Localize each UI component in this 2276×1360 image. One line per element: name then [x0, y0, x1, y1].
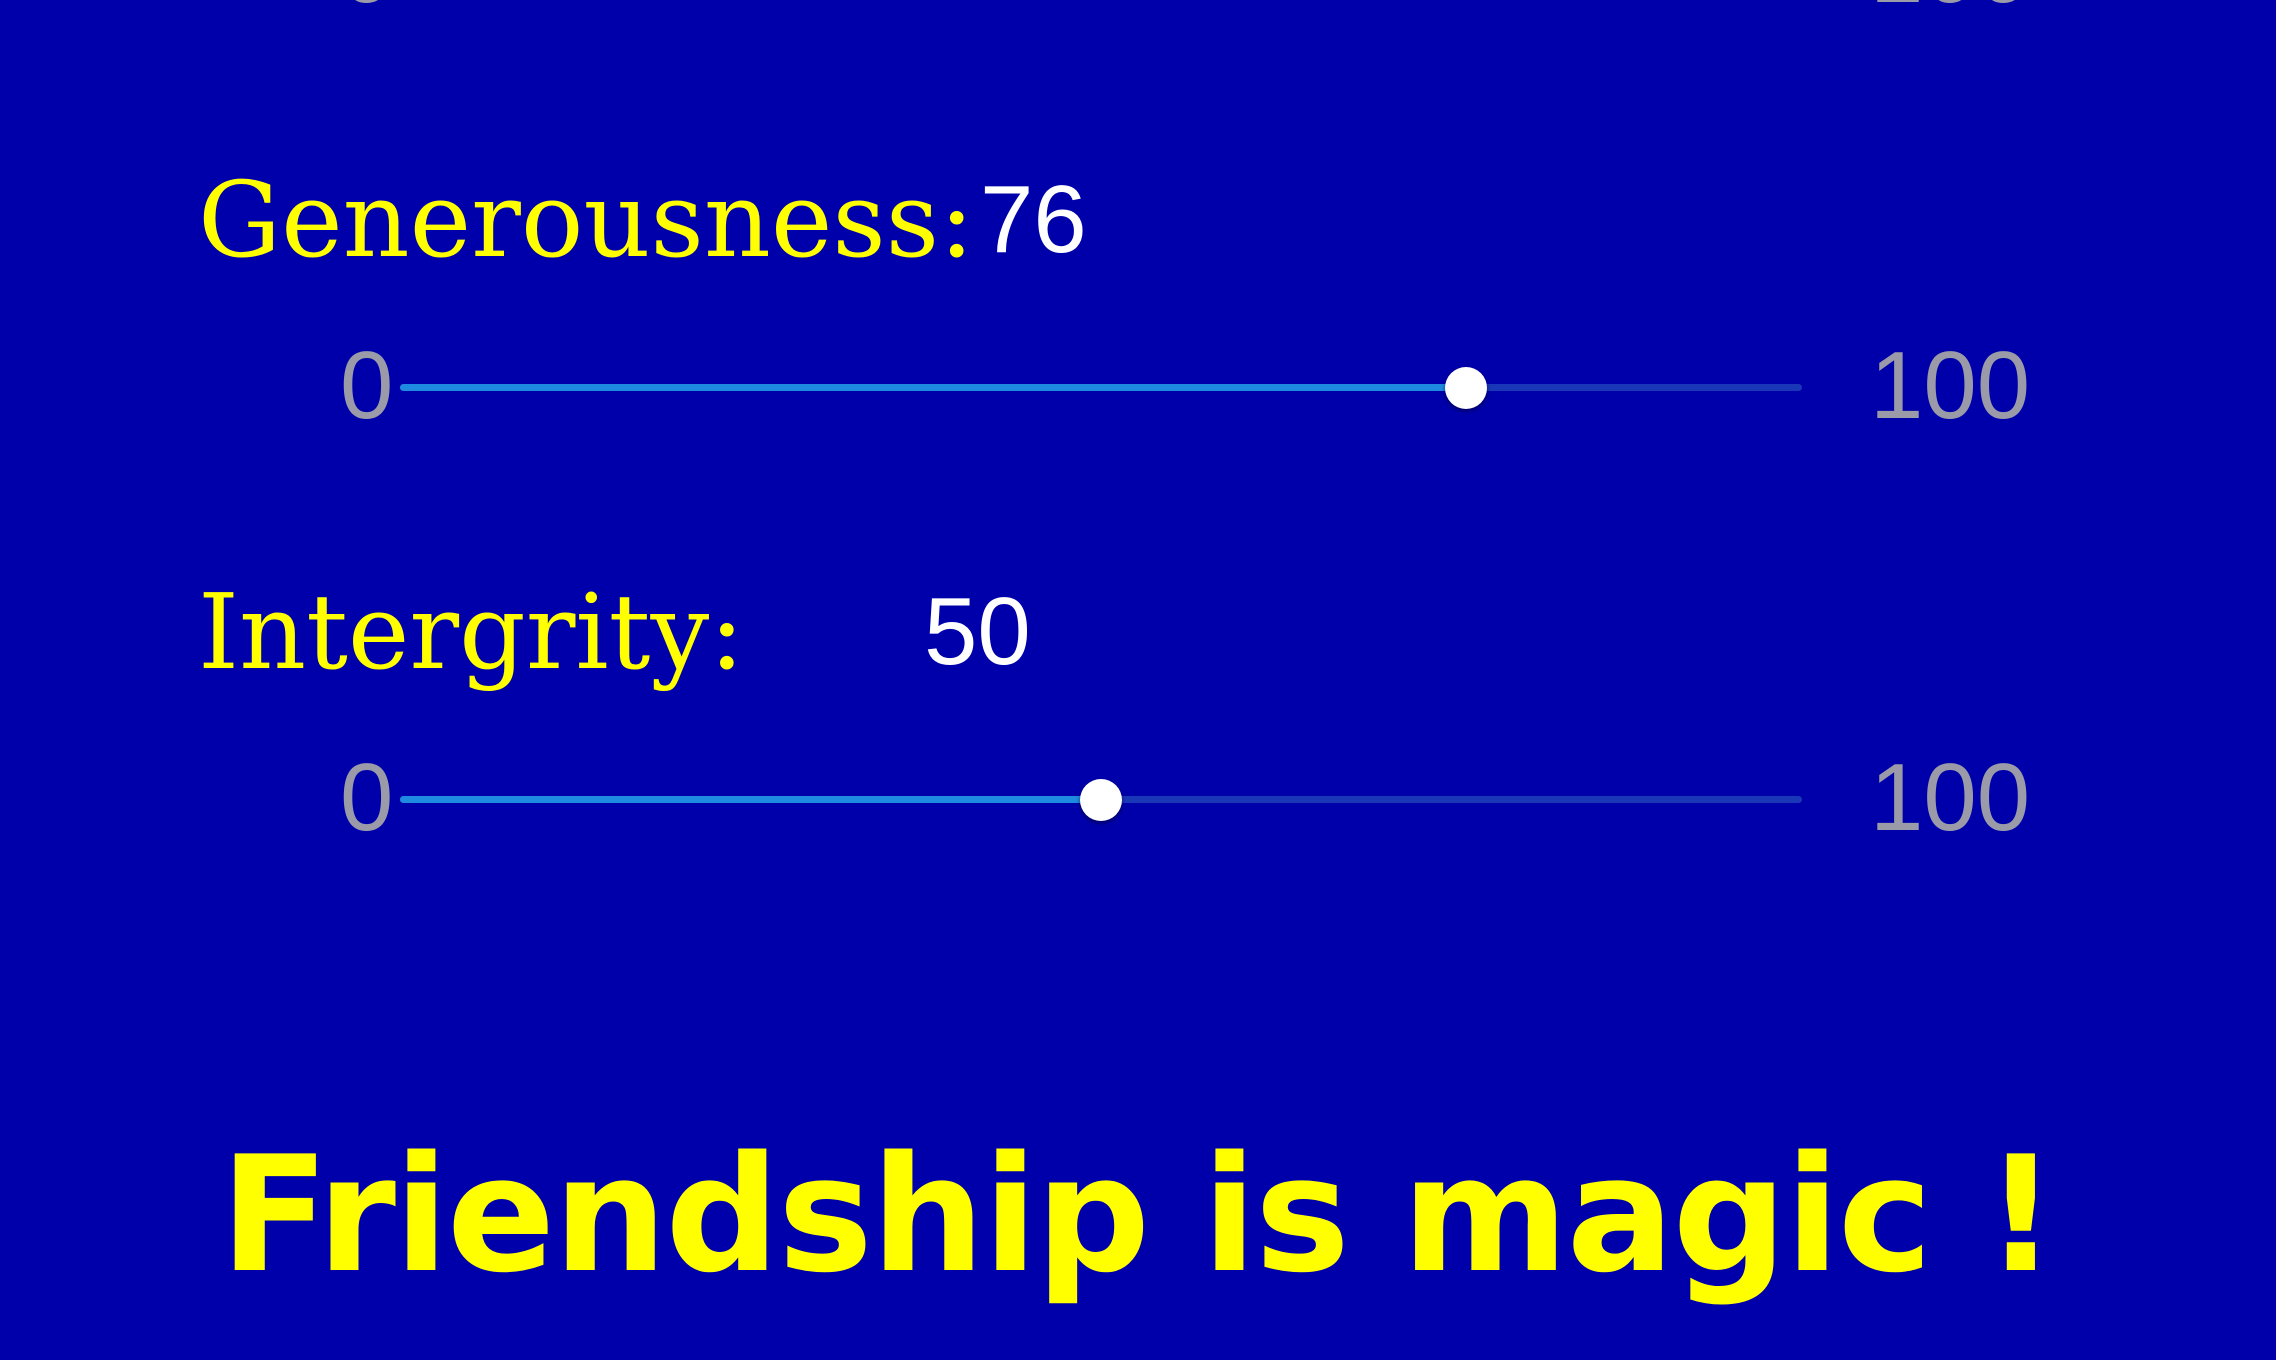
integrity-fill: [400, 796, 1101, 803]
footer-slogan: Friendship is magic !: [220, 1121, 2057, 1308]
generousness-label: Generousness:: [198, 159, 975, 281]
generousness-fill: [400, 384, 1466, 391]
generousness-max-label: 100: [1870, 332, 2031, 439]
generousness-slider[interactable]: 0 100: [340, 333, 2040, 443]
integrity-thumb[interactable]: [1080, 778, 1122, 821]
generousness-thumb[interactable]: [1444, 366, 1487, 409]
integrity-label: Intergrity:: [198, 571, 745, 693]
generousness-min-label: 0: [340, 332, 394, 439]
generousness-value: 76: [980, 166, 1087, 273]
integrity-min-label: 0: [340, 744, 394, 851]
integrity-slider[interactable]: 0 100: [340, 745, 2040, 855]
integrity-value: 50: [924, 578, 1031, 685]
previous-slider-max-label: 100: [1870, 0, 2030, 18]
integrity-max-label: 100: [1870, 744, 2031, 851]
previous-slider-min-label: 0: [340, 0, 393, 18]
